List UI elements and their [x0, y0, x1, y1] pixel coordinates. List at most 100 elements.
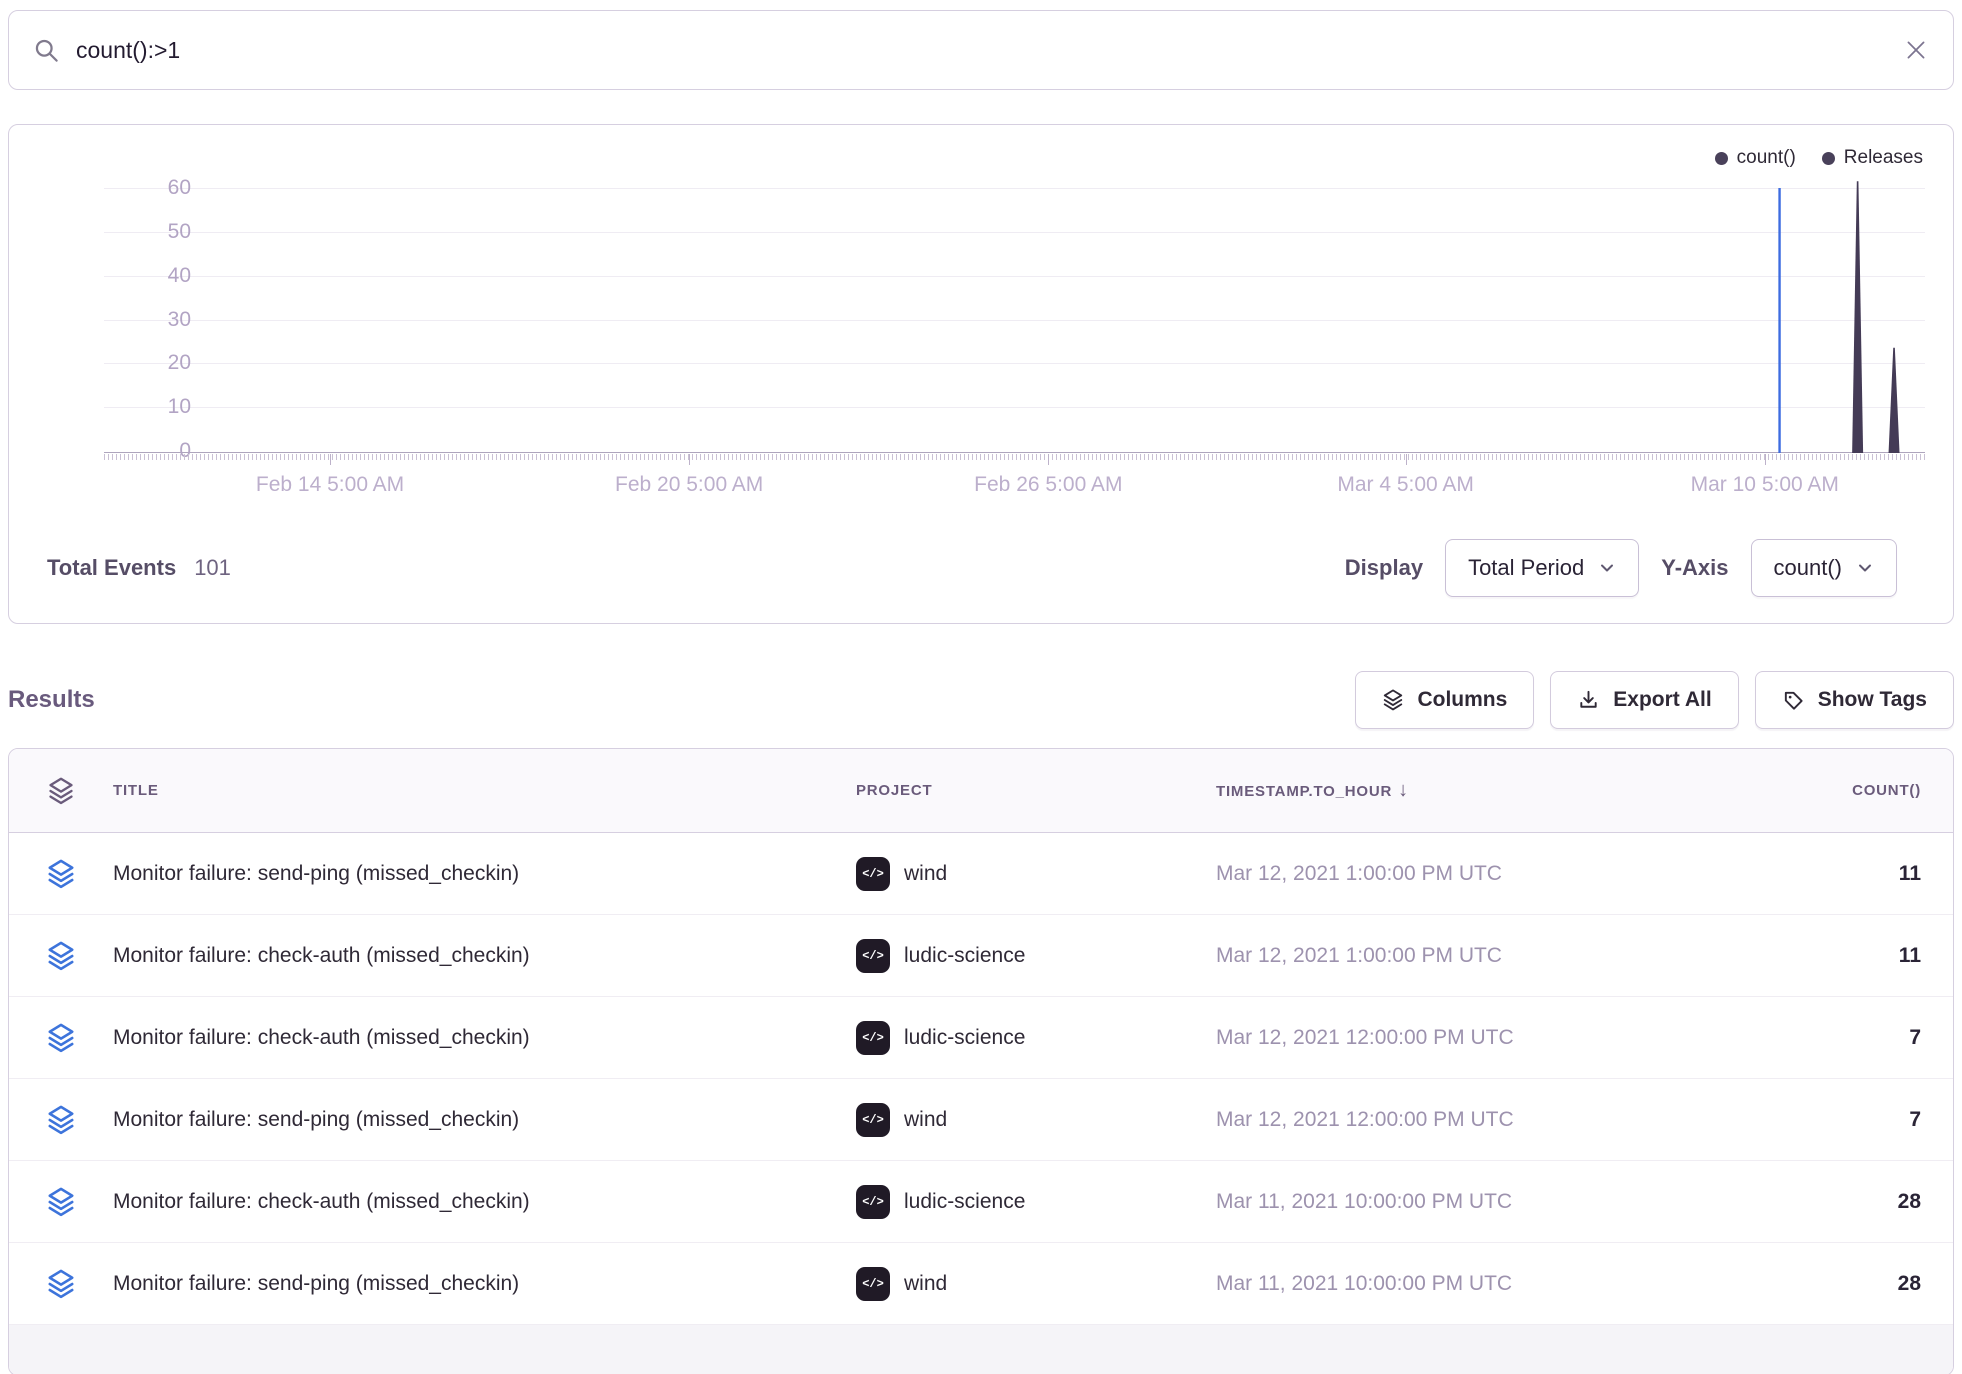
- layers-icon: [47, 777, 75, 805]
- results-table: TITLE PROJECT TIMESTAMP.TO_HOUR ↓ COUNT()…: [8, 748, 1954, 1374]
- row-title[interactable]: Monitor failure: send-ping (missed_check…: [113, 862, 856, 886]
- column-header-project[interactable]: PROJECT: [856, 782, 1216, 799]
- x-tick-label: Mar 10 5:00 AM: [1605, 473, 1925, 497]
- row-count: 11: [1726, 862, 1954, 886]
- total-events-label: Total Events: [47, 555, 176, 581]
- x-tick-label: Mar 4 5:00 AM: [1246, 473, 1566, 497]
- y-axis-dropdown-value: count(): [1774, 555, 1842, 581]
- table-row[interactable]: Monitor failure: check-auth (missed_chec…: [9, 915, 1953, 997]
- y-axis-label: Y-Axis: [1661, 555, 1728, 581]
- x-axis-tick: [1406, 454, 1407, 465]
- table-header-row: TITLE PROJECT TIMESTAMP.TO_HOUR ↓ COUNT(): [9, 749, 1953, 833]
- column-header-timestamp[interactable]: TIMESTAMP.TO_HOUR ↓: [1216, 779, 1726, 802]
- row-timestamp: Mar 12, 2021 12:00:00 PM UTC: [1216, 1108, 1726, 1132]
- chart-legend: count() Releases: [1715, 147, 1923, 169]
- row-project[interactable]: </> wind: [856, 1103, 1216, 1137]
- column-header-count[interactable]: COUNT(): [1726, 782, 1954, 799]
- results-actions: Columns Export All Show Tags: [1355, 671, 1954, 729]
- code-platform-icon: </>: [856, 1267, 890, 1301]
- row-title[interactable]: Monitor failure: check-auth (missed_chec…: [113, 944, 856, 968]
- display-label: Display: [1345, 555, 1423, 581]
- search-icon: [33, 37, 60, 64]
- row-project-name: ludic-science: [904, 1026, 1025, 1050]
- layers-icon: [46, 941, 76, 971]
- code-platform-icon: </>: [856, 1021, 890, 1055]
- x-axis-tick: [1048, 454, 1049, 465]
- table-footer: [9, 1325, 1953, 1374]
- row-project-name: wind: [904, 1108, 947, 1132]
- layers-icon: [1382, 689, 1404, 711]
- columns-button-label: Columns: [1417, 688, 1507, 712]
- count-series-spike: [1889, 348, 1900, 453]
- results-header: Results Columns Export All Show Tags: [8, 670, 1954, 730]
- display-dropdown[interactable]: Total Period: [1445, 539, 1639, 597]
- total-events-value: 101: [194, 555, 231, 581]
- row-project[interactable]: </> ludic-science: [856, 1021, 1216, 1055]
- legend-label-count: count(): [1737, 147, 1796, 169]
- row-count: 11: [1726, 944, 1954, 968]
- layers-icon: [46, 1105, 76, 1135]
- legend-item-count[interactable]: count(): [1715, 147, 1796, 169]
- clear-search-button[interactable]: [1903, 37, 1929, 63]
- code-platform-icon: </>: [856, 1103, 890, 1137]
- legend-item-releases[interactable]: Releases: [1822, 147, 1923, 169]
- table-row[interactable]: Monitor failure: check-auth (missed_chec…: [9, 997, 1953, 1079]
- x-axis-tick: [1765, 454, 1766, 465]
- row-project-name: ludic-science: [904, 1190, 1025, 1214]
- row-project[interactable]: </> wind: [856, 857, 1216, 891]
- legend-label-releases: Releases: [1844, 147, 1923, 169]
- x-axis-minor-ticks: [104, 454, 1925, 460]
- header-layers-icon-cell[interactable]: [9, 777, 113, 805]
- x-tick-label: Feb 14 5:00 AM: [170, 473, 490, 497]
- row-timestamp: Mar 11, 2021 10:00:00 PM UTC: [1216, 1272, 1726, 1296]
- table-row[interactable]: Monitor failure: send-ping (missed_check…: [9, 1079, 1953, 1161]
- row-timestamp: Mar 11, 2021 10:00:00 PM UTC: [1216, 1190, 1726, 1214]
- column-header-title[interactable]: TITLE: [113, 782, 856, 799]
- code-platform-icon: </>: [856, 857, 890, 891]
- layers-icon: [46, 1269, 76, 1299]
- count-series-dot-icon: [1715, 152, 1728, 165]
- export-all-button[interactable]: Export All: [1550, 671, 1738, 729]
- row-title[interactable]: Monitor failure: check-auth (missed_chec…: [113, 1190, 856, 1214]
- table-row[interactable]: Monitor failure: check-auth (missed_chec…: [9, 1161, 1953, 1243]
- row-project[interactable]: </> ludic-science: [856, 1185, 1216, 1219]
- row-title[interactable]: Monitor failure: check-auth (missed_chec…: [113, 1026, 856, 1050]
- table-row[interactable]: Monitor failure: send-ping (missed_check…: [9, 1243, 1953, 1325]
- events-chart-panel: count() Releases 0102030405060 Feb 14 5:…: [8, 124, 1954, 624]
- search-bar: [8, 10, 1954, 90]
- row-project-name: wind: [904, 1272, 947, 1296]
- x-tick-label: Feb 20 5:00 AM: [529, 473, 849, 497]
- chart-plot: 0102030405060: [104, 170, 1925, 453]
- table-body: Monitor failure: send-ping (missed_check…: [9, 833, 1953, 1325]
- table-row[interactable]: Monitor failure: send-ping (missed_check…: [9, 833, 1953, 915]
- row-title[interactable]: Monitor failure: send-ping (missed_check…: [113, 1108, 856, 1132]
- code-platform-icon: </>: [856, 939, 890, 973]
- layers-icon: [46, 859, 76, 889]
- row-project-name: ludic-science: [904, 944, 1025, 968]
- download-icon: [1577, 689, 1600, 712]
- code-platform-icon: </>: [856, 1185, 890, 1219]
- row-timestamp: Mar 12, 2021 1:00:00 PM UTC: [1216, 862, 1726, 886]
- row-title[interactable]: Monitor failure: send-ping (missed_check…: [113, 1272, 856, 1296]
- row-project[interactable]: </> ludic-science: [856, 939, 1216, 973]
- row-count: 7: [1726, 1108, 1954, 1132]
- export-all-button-label: Export All: [1613, 688, 1711, 712]
- y-axis-dropdown[interactable]: count(): [1751, 539, 1897, 597]
- row-timestamp: Mar 12, 2021 12:00:00 PM UTC: [1216, 1026, 1726, 1050]
- chevron-down-icon: [1856, 559, 1874, 577]
- release-marker-line[interactable]: [1778, 188, 1780, 453]
- row-project[interactable]: </> wind: [856, 1267, 1216, 1301]
- layers-icon: [46, 1187, 76, 1217]
- column-header-timestamp-label: TIMESTAMP.TO_HOUR: [1216, 783, 1392, 800]
- x-axis-tick: [689, 454, 690, 465]
- x-axis-tick: [330, 454, 331, 465]
- columns-button[interactable]: Columns: [1355, 671, 1534, 729]
- tag-icon: [1782, 689, 1805, 712]
- results-heading: Results: [8, 686, 95, 714]
- row-project-name: wind: [904, 862, 947, 886]
- search-input[interactable]: [76, 37, 1887, 64]
- show-tags-button[interactable]: Show Tags: [1755, 671, 1954, 729]
- layers-icon: [46, 1023, 76, 1053]
- sort-descending-icon: ↓: [1398, 779, 1409, 801]
- chart-area: 0102030405060 Feb 14 5:00 AM Feb 20 5:00 …: [9, 125, 1953, 510]
